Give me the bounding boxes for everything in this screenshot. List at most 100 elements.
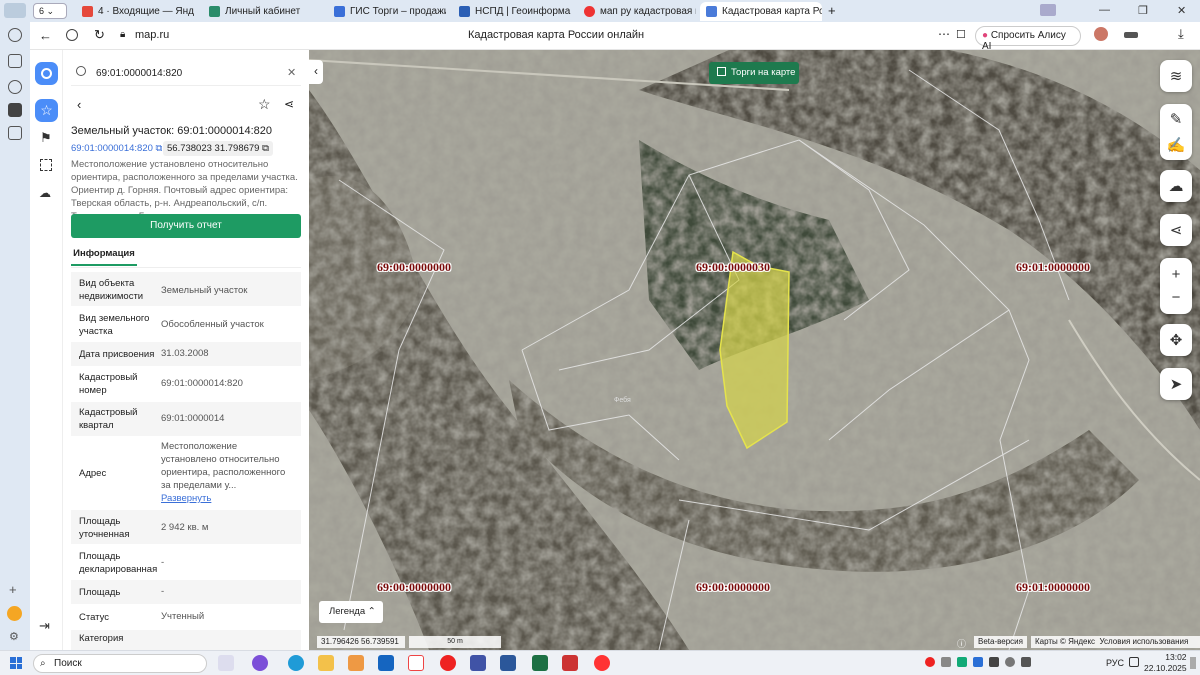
- terms-link[interactable]: Условия использования: [1100, 637, 1189, 646]
- edge-icon[interactable]: [288, 655, 304, 671]
- tab-counter[interactable]: 6 ⌄: [33, 3, 67, 19]
- yandex-icon[interactable]: [594, 655, 610, 671]
- download-icon[interactable]: ⤓: [1178, 26, 1184, 42]
- outlook-icon[interactable]: [378, 655, 394, 671]
- tab-mail[interactable]: 4 · Входящие — Яндекс П: [76, 2, 194, 21]
- beta-label: Beta-версия: [974, 636, 1027, 648]
- microphone-icon[interactable]: [1005, 657, 1015, 667]
- cadnum-link[interactable]: 69:01:0000014:820 ⧉: [71, 143, 162, 154]
- info-circle-icon[interactable]: ⓘ: [957, 637, 966, 650]
- tab-nspd[interactable]: НСПД | Геоинформацион: [453, 2, 571, 21]
- ask-alice-button[interactable]: ● Спросить Алису AI: [975, 26, 1081, 52]
- collapse-panel-button[interactable]: ‹: [309, 60, 323, 84]
- tray-app-icon[interactable]: [941, 657, 951, 667]
- messenger-icon[interactable]: [8, 80, 22, 94]
- search-input[interactable]: 69:01:0000014:820: [96, 68, 182, 79]
- layers-button[interactable]: ≋: [1160, 60, 1192, 92]
- share-map-button[interactable]: ⋖: [1160, 214, 1192, 246]
- excel-icon[interactable]: [532, 655, 548, 671]
- select-area-icon[interactable]: [40, 159, 52, 171]
- search-bar[interactable]: 69:01:0000014:820 ✕: [71, 62, 301, 86]
- tray-opera-icon[interactable]: [925, 657, 935, 667]
- maximize-icon[interactable]: ❐: [1138, 4, 1148, 17]
- login-icon[interactable]: ⇥: [39, 618, 50, 634]
- clear-search-icon[interactable]: ✕: [287, 66, 296, 79]
- show-desktop-icon[interactable]: [1190, 657, 1196, 669]
- share-icon[interactable]: ⋖: [284, 97, 294, 111]
- torgi-toggle[interactable]: Торги на карте: [709, 62, 799, 84]
- get-report-button[interactable]: Получить отчет: [71, 214, 301, 238]
- zoom-in-icon[interactable]: +: [1172, 266, 1181, 283]
- copilot-icon[interactable]: [252, 655, 268, 671]
- browser-tab-bar: 6 ⌄ 4 · Входящие — Яндекс П Личный кабин…: [0, 0, 1200, 22]
- tab-cadastral-active[interactable]: Кадастровая карта Рос✕: [700, 2, 822, 21]
- reload-icon[interactable]: ↻: [94, 27, 105, 43]
- back-icon[interactable]: ‹: [77, 97, 81, 112]
- tab-search[interactable]: мап ру кадастровая карта: [578, 2, 696, 21]
- pencil-icon[interactable]: ✎: [1170, 110, 1183, 128]
- tab-cabinet[interactable]: Личный кабинет: [203, 2, 321, 21]
- star-icon[interactable]: ☆: [258, 96, 271, 113]
- windows-start-icon[interactable]: [10, 657, 22, 669]
- expand-link[interactable]: Развернуть: [161, 492, 211, 505]
- wifi-icon[interactable]: [1129, 657, 1139, 667]
- close-window-icon[interactable]: ✕: [1177, 4, 1186, 17]
- word-icon[interactable]: [500, 655, 516, 671]
- edit-tools[interactable]: ✎ ✍: [1160, 104, 1192, 160]
- extension-icon[interactable]: [1094, 27, 1108, 41]
- collections-icon[interactable]: [8, 54, 22, 68]
- coords-chip[interactable]: 56.738023 31.798679 ⧉: [163, 141, 273, 156]
- more-options-icon[interactable]: ⋯: [938, 27, 950, 41]
- cloud-upload-button[interactable]: ☁: [1160, 170, 1192, 202]
- zoom-controls[interactable]: + −: [1160, 258, 1192, 314]
- bluetooth-icon[interactable]: [973, 657, 983, 667]
- settings-icon[interactable]: ⚙: [9, 630, 19, 643]
- history-icon[interactable]: [8, 28, 22, 42]
- url-text[interactable]: map.ru: [135, 29, 169, 41]
- minimize-icon[interactable]: —: [1099, 4, 1110, 16]
- zoom-out-icon[interactable]: −: [1172, 289, 1181, 306]
- flag-icon[interactable]: ⚑: [40, 130, 52, 146]
- app-6-icon[interactable]: [8, 103, 22, 117]
- bookmark-icon[interactable]: ☐: [956, 28, 966, 41]
- info-value: Земельный участок: [161, 285, 248, 296]
- language-indicator[interactable]: РУС: [1106, 658, 1124, 668]
- opera-icon[interactable]: [440, 655, 456, 671]
- notes-icon[interactable]: [8, 126, 22, 140]
- favorites-star-icon[interactable]: ☆: [35, 99, 58, 122]
- app-navigation: ☆ ⚑ ☁ ⇥: [30, 50, 63, 650]
- explorer-icon[interactable]: [318, 655, 334, 671]
- save-app-icon[interactable]: [470, 655, 486, 671]
- edit-icon[interactable]: ✍: [1167, 136, 1186, 154]
- app-icon[interactable]: [562, 655, 578, 671]
- locate-button[interactable]: ➤: [1160, 368, 1192, 400]
- tab-torgi[interactable]: ГИС Торги – продажи гос: [328, 2, 446, 21]
- browser-logo[interactable]: [4, 3, 26, 18]
- system-tray: [925, 657, 1065, 669]
- task-view-icon[interactable]: [218, 655, 234, 671]
- tab-information[interactable]: Информация: [71, 246, 137, 266]
- copy-coords-icon[interactable]: ⧉: [262, 143, 269, 154]
- cloud-icon[interactable]: ☁: [39, 186, 51, 200]
- legend-button[interactable]: Легенда ⌃: [319, 601, 383, 623]
- battery-icon[interactable]: [1021, 657, 1031, 667]
- back-arrow-icon[interactable]: ←: [39, 28, 52, 43]
- satellite-map[interactable]: Фебя 69:00:0000000 69:00:0000030 69:01:0…: [309, 50, 1200, 650]
- add-panel-icon[interactable]: +: [9, 582, 17, 597]
- yandex-home-icon[interactable]: [66, 29, 78, 41]
- bookmarks-icon[interactable]: [1040, 4, 1056, 16]
- tray-app-icon[interactable]: [957, 657, 967, 667]
- store-icon[interactable]: [348, 655, 364, 671]
- map-footer: Карты © Яндекс Условия использования: [1031, 636, 1200, 648]
- checkbox-icon[interactable]: [717, 67, 726, 76]
- move-button[interactable]: ✥: [1160, 324, 1192, 356]
- clock[interactable]: 13:02 22.10.2025: [1144, 652, 1187, 674]
- taskbar-search[interactable]: ⌕ Поиск: [33, 654, 207, 673]
- tray-app-icon[interactable]: [989, 657, 999, 667]
- app-logo[interactable]: [35, 62, 58, 85]
- tab-manager-icon[interactable]: [1124, 32, 1138, 38]
- yandex-browser-icon[interactable]: [408, 655, 424, 671]
- new-tab-icon[interactable]: +: [828, 3, 836, 18]
- alice-icon[interactable]: [7, 606, 22, 621]
- copy-icon[interactable]: ⧉: [156, 143, 163, 154]
